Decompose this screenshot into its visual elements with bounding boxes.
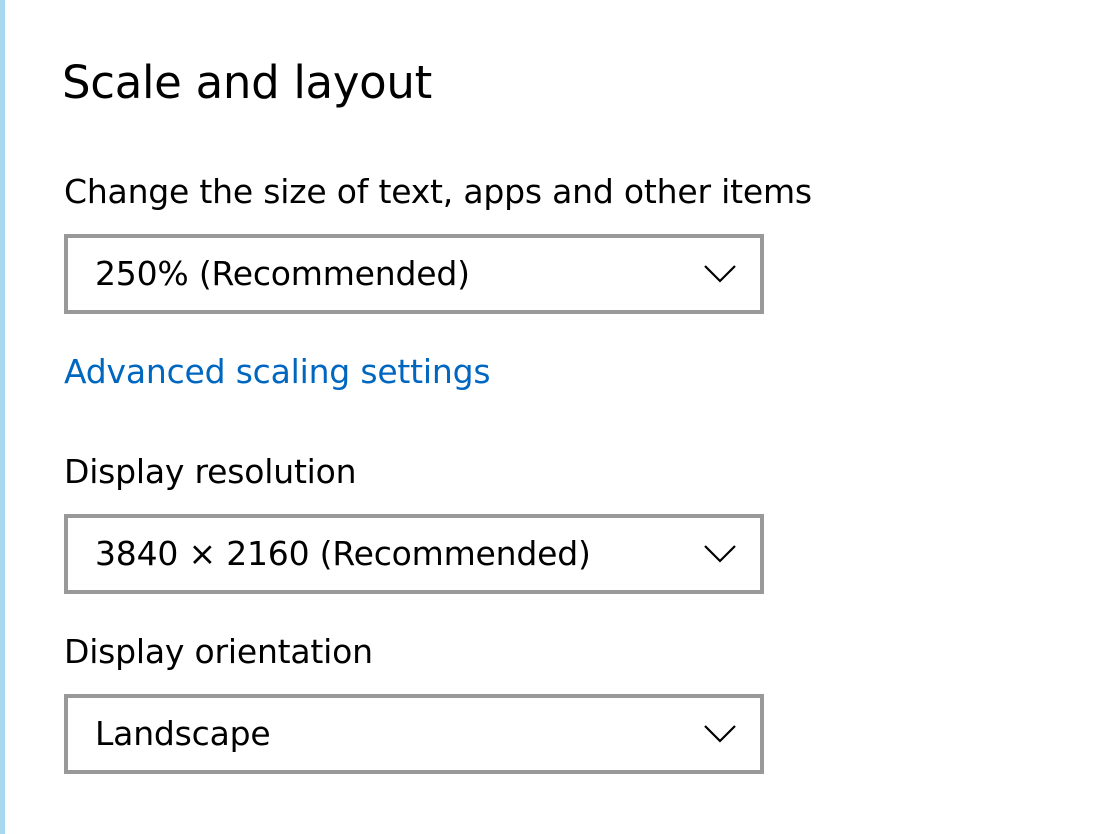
resolution-dropdown[interactable]: 3840 × 2160 (Recommended) [64,514,764,594]
left-accent-bar [0,0,5,834]
chevron-down-icon [704,725,736,743]
advanced-scaling-settings-link[interactable]: Advanced scaling settings [64,350,491,394]
scale-dropdown-value: 250% (Recommended) [95,254,470,293]
orientation-dropdown-value: Landscape [95,714,271,753]
page-title: Scale and layout [62,56,432,109]
resolution-label: Display resolution [64,452,357,491]
scale-dropdown[interactable]: 250% (Recommended) [64,234,764,314]
chevron-down-icon [704,265,736,283]
orientation-dropdown[interactable]: Landscape [64,694,764,774]
orientation-label: Display orientation [64,632,373,671]
resolution-dropdown-value: 3840 × 2160 (Recommended) [95,534,591,573]
scale-label: Change the size of text, apps and other … [64,172,812,211]
chevron-down-icon [704,545,736,563]
